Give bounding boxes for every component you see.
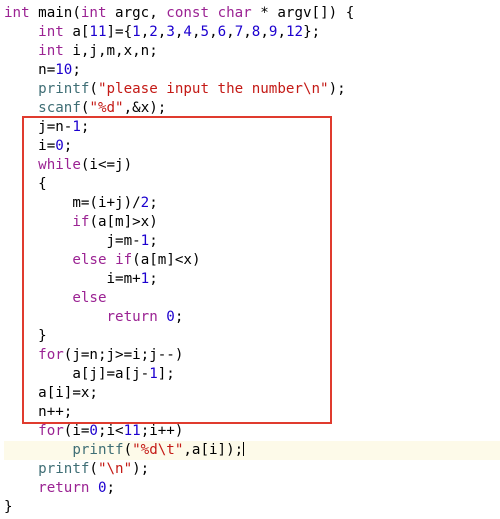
code-content: int main(int argc, const char * argv[]) … [4,5,500,515]
text-cursor [243,442,244,456]
code-block: int main(int argc, const char * argv[]) … [0,0,500,517]
